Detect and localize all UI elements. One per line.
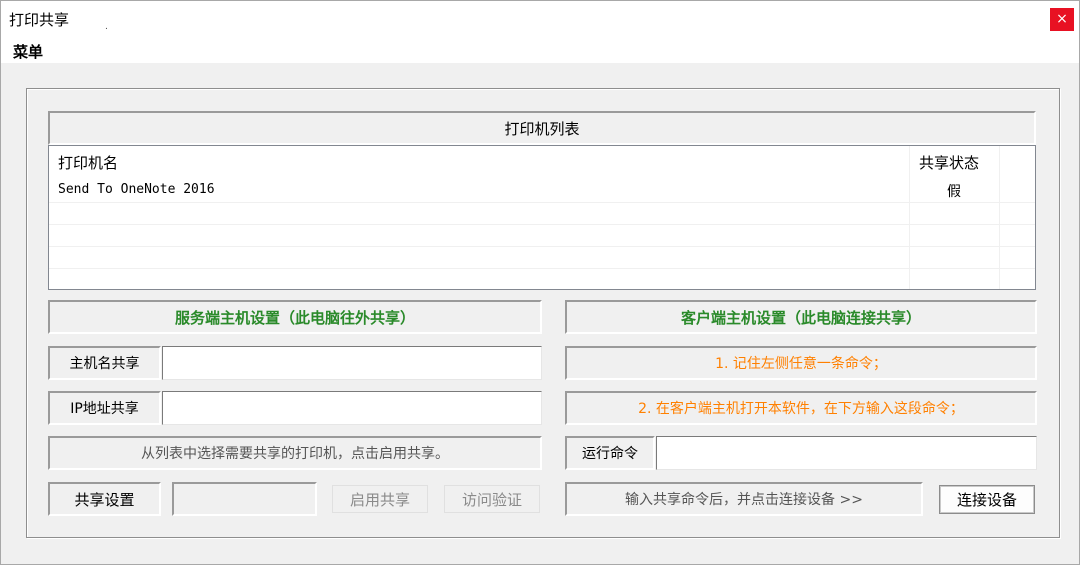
table-row[interactable]: Send To OneNote 2016 假 (49, 180, 1035, 203)
access-verify-button[interactable]: 访问验证 (444, 485, 540, 513)
menu-bar: 菜单 (1, 37, 1079, 63)
table-row-empty (49, 246, 1035, 269)
connect-device-button[interactable]: 连接设备 (939, 485, 1035, 514)
share-settings-field (172, 482, 317, 516)
server-settings-title: 服务端主机设置（此电脑往外共享） (48, 300, 542, 334)
printer-name-cell: Send To OneNote 2016 (58, 182, 215, 197)
run-command-label: 运行命令 (565, 436, 655, 470)
connect-hint: 输入共享命令后，并点击连接设备 >> (565, 482, 923, 516)
ip-share-field[interactable] (162, 391, 542, 425)
column-header-share-status[interactable]: 共享状态 (919, 152, 979, 173)
table-row-empty (49, 224, 1035, 247)
printer-list-title: 打印机列表 (48, 111, 1036, 145)
run-command-field[interactable] (656, 436, 1037, 470)
window-title: 打印共享 (9, 11, 70, 29)
client-step-2: 2. 在客户端主机打开本软件，在下方输入这段命令； (565, 391, 1037, 425)
close-button[interactable]: × (1050, 8, 1074, 31)
client-step-1: 1. 记住左侧任意一条命令； (565, 346, 1037, 380)
enable-share-button[interactable]: 启用共享 (332, 485, 428, 513)
printer-list[interactable]: 打印机名 共享状态 Send To OneNote 2016 假 (48, 145, 1036, 290)
share-status-cell: 假 (947, 184, 961, 200)
title-mark: . (105, 22, 108, 32)
hostname-share-label: 主机名共享 (48, 346, 161, 380)
share-settings-label: 共享设置 (48, 482, 161, 516)
close-icon: × (1056, 11, 1068, 27)
column-header-printer-name[interactable]: 打印机名 (58, 152, 118, 173)
menu-item-menu[interactable]: 菜单 (13, 41, 43, 62)
hostname-share-field[interactable] (162, 346, 542, 380)
ip-share-label: IP地址共享 (48, 391, 161, 425)
server-hint: 从列表中选择需要共享的打印机，点击启用共享。 (48, 436, 542, 470)
app-window: 打印共享 . × 菜单 打印机列表 打印机名 共享状态 Send To OneN… (0, 0, 1080, 565)
title-bar: 打印共享 . × (1, 1, 1079, 37)
table-row-empty (49, 202, 1035, 225)
client-settings-title: 客户端主机设置（此电脑连接共享） (565, 300, 1037, 334)
